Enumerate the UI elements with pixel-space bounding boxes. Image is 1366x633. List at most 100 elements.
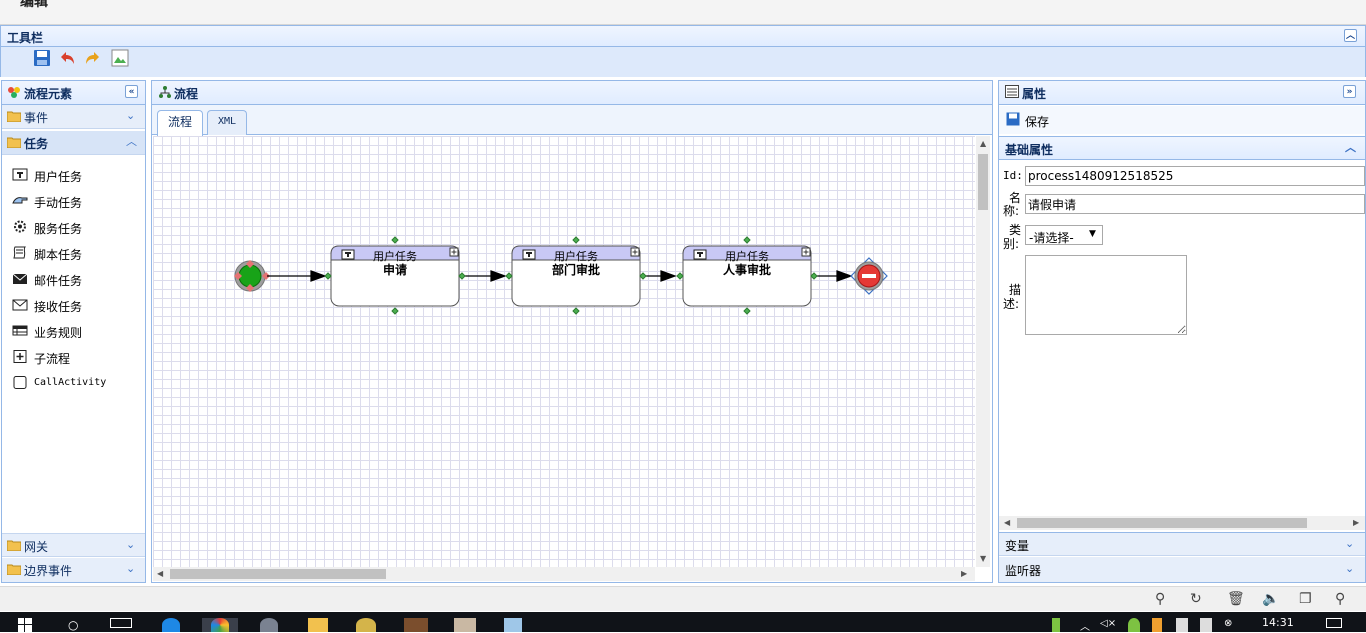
task-node-name-label: 部门审批: [552, 262, 600, 277]
folder-icon: [7, 540, 21, 551]
app-icon[interactable]: [454, 618, 476, 632]
clock-time: 14:31: [1262, 616, 1294, 629]
properties-scroll-thumb[interactable]: [1017, 518, 1307, 528]
user-task-icon: [12, 168, 28, 181]
notification-icon[interactable]: [1326, 618, 1342, 628]
task-node-2[interactable]: 用户任务 部门审批: [505, 236, 647, 315]
file-explorer-icon[interactable]: [308, 618, 328, 632]
tray-icon[interactable]: [1176, 618, 1188, 632]
pin-icon[interactable]: ⚲: [1155, 591, 1165, 607]
horizontal-scroll-thumb[interactable]: [170, 569, 386, 579]
save-icon[interactable]: [33, 49, 51, 67]
id-input[interactable]: [1025, 166, 1365, 186]
sound-icon[interactable]: 🔈: [1262, 591, 1279, 607]
palette-item-label: 脚本任务: [34, 248, 83, 262]
process-diagram: 用户任务 申请 用户任务 部门审批 用户任务 人事审批: [234, 236, 888, 315]
scroll-left-icon[interactable]: ◀: [157, 569, 163, 578]
tray-icon[interactable]: [1128, 618, 1140, 632]
process-panel: 流程 流程 XML 用户任务 申请 用户任务 部门审批 用户任务 人事审批 ▲ …: [151, 80, 993, 583]
search-icon[interactable]: ⚲: [1335, 591, 1345, 607]
section-boundary-events[interactable]: 边界事件 ⌄: [2, 558, 145, 582]
section-tasks[interactable]: 任务 ︿: [2, 131, 145, 155]
tray-icon[interactable]: [1200, 618, 1212, 632]
image-icon[interactable]: [111, 49, 129, 67]
receive-task-icon: [12, 299, 28, 311]
scroll-down-icon[interactable]: ▼: [980, 554, 986, 563]
dropdown-arrow-icon: ▼: [1089, 229, 1096, 239]
chevron-down-icon: ⌄: [126, 562, 136, 575]
palette-item-label: 邮件任务: [34, 274, 83, 288]
scroll-left-icon[interactable]: ◀: [1004, 518, 1010, 527]
active-app-highlight[interactable]: [202, 618, 238, 632]
app-icon[interactable]: [504, 618, 522, 632]
tray-icon[interactable]: [1052, 618, 1060, 632]
palette-item-label: CallActivity: [34, 377, 107, 388]
windows-start-icon[interactable]: [18, 618, 32, 632]
variables-section[interactable]: 变量 ⌄: [999, 532, 1365, 556]
business-rule-icon: [12, 325, 28, 336]
palette-item-label: 接收任务: [34, 300, 83, 314]
name-input[interactable]: [1025, 194, 1365, 214]
category-select-value: -请选择-: [1029, 231, 1074, 245]
save-label: 保存: [1025, 115, 1050, 129]
variables-label: 变量: [1005, 539, 1030, 553]
scroll-up-icon[interactable]: ▲: [980, 139, 986, 148]
call-activity-icon: [13, 376, 27, 389]
properties-toolbar: 保存: [999, 106, 1365, 134]
edge-browser-icon[interactable]: [162, 618, 180, 632]
app-icon[interactable]: [260, 618, 278, 632]
right-panel-collapse-button[interactable]: »: [1343, 85, 1356, 98]
properties-icon: [1005, 85, 1019, 98]
task-node-1[interactable]: 用户任务 申请: [324, 236, 466, 315]
description-label-part1: 描: [1009, 283, 1022, 297]
category-select[interactable]: -请选择- ▼: [1025, 225, 1103, 245]
scroll-right-icon[interactable]: ▶: [961, 569, 967, 578]
vertical-scroll-thumb[interactable]: [978, 154, 988, 210]
palette-icon: [8, 87, 20, 98]
save-properties-button[interactable]: 保存: [1003, 110, 1063, 130]
category-label-part1: 类: [1009, 223, 1022, 237]
tray-volume-icon[interactable]: ◁×: [1100, 618, 1116, 632]
process-panel-header: 流程: [152, 81, 992, 105]
chevron-down-icon: ⌄: [126, 109, 136, 122]
tab-process[interactable]: 流程: [157, 110, 203, 136]
chevron-up-icon: ︿: [1345, 141, 1356, 154]
tray-icon[interactable]: [1152, 618, 1162, 632]
basic-properties-header[interactable]: 基础属性 ︿: [999, 136, 1365, 160]
process-elements-panel: 流程元素 « 事件 ⌄ 任务 ︿ 用户任务 手动任务 服务任务 脚本任务 邮件任…: [1, 80, 146, 583]
process-canvas[interactable]: 用户任务 申请 用户任务 部门审批 用户任务 人事审批: [153, 136, 975, 567]
listeners-section[interactable]: 监听器 ⌄: [999, 557, 1365, 582]
properties-panel: 属性 » 保存 基础属性 ︿ Id: 名 称: 类 别: -请选择- ▼ 描 述…: [998, 80, 1366, 583]
task-node-3[interactable]: 用户任务 人事审批: [676, 236, 818, 315]
properties-horizontal-scrollbar[interactable]: ◀ ▶: [999, 516, 1365, 530]
refresh-icon[interactable]: ↻: [1190, 591, 1202, 607]
folder-icon: [7, 137, 21, 148]
scroll-right-icon[interactable]: ▶: [1353, 518, 1359, 527]
section-gateway[interactable]: 网关 ⌄: [2, 533, 145, 557]
tray-chevron-icon[interactable]: ︿: [1080, 618, 1090, 633]
canvas-vertical-scrollbar[interactable]: ▲ ▼: [976, 136, 990, 567]
start-event[interactable]: [234, 260, 270, 292]
redo-icon[interactable]: [84, 49, 102, 67]
canvas-horizontal-scrollbar[interactable]: ◀ ▶: [153, 567, 975, 581]
palette-item-label: 业务规则: [34, 326, 83, 340]
tab-xml[interactable]: XML: [207, 110, 247, 135]
tray-icon[interactable]: ⊗: [1224, 618, 1232, 632]
trash-icon[interactable]: 🗑: [1227, 591, 1245, 607]
left-panel-collapse-button[interactable]: «: [125, 85, 138, 98]
description-textarea[interactable]: [1025, 255, 1187, 335]
task-view-icon[interactable]: [110, 618, 132, 628]
listeners-label: 监听器: [1005, 564, 1042, 578]
app-icon[interactable]: [356, 618, 376, 632]
game-app-icon[interactable]: [404, 618, 428, 632]
end-event[interactable]: [850, 257, 888, 295]
search-icon[interactable]: ○: [68, 618, 78, 632]
category-label-part2: 别:: [1003, 237, 1020, 251]
save-icon: [1006, 112, 1020, 126]
toolbar-collapse-button[interactable]: ︿: [1344, 29, 1357, 42]
window-icon[interactable]: ❐: [1299, 591, 1312, 607]
status-bar: ⚲ ↻ 🗑 🔈 ❐ ⚲: [0, 586, 1366, 611]
undo-icon[interactable]: [58, 49, 76, 67]
section-events[interactable]: 事件 ⌄: [2, 105, 145, 129]
process-elements-title: 流程元素: [24, 87, 73, 101]
